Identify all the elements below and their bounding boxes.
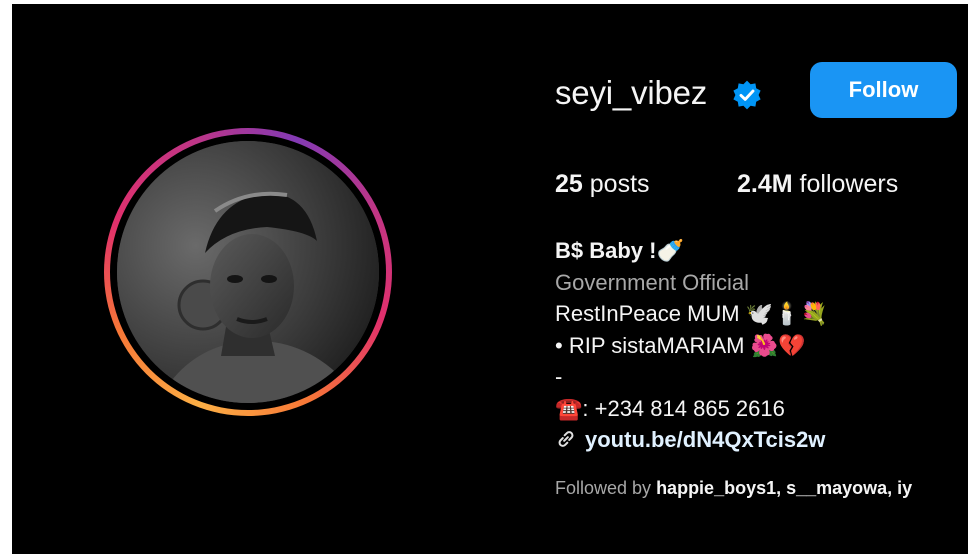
follow-button[interactable]: Follow xyxy=(810,62,957,118)
posts-stat[interactable]: 25 posts xyxy=(555,170,650,199)
followed-by-prefix: Followed by xyxy=(555,478,652,498)
profile-username: seyi_vibez xyxy=(555,74,708,111)
bio-category: Government Official xyxy=(555,269,750,295)
bio-link-row[interactable]: youtu.be/dN4QxTcis2w xyxy=(555,424,828,456)
bio-line-1: RestInPeace MUM 🕊️🕯️💐 xyxy=(555,301,828,326)
story-ring[interactable] xyxy=(104,128,392,416)
followers-label: followers xyxy=(799,170,899,198)
profile-header: seyi_vibez Follow 25 posts 2.4M follower… xyxy=(12,4,968,554)
followed-by[interactable]: Followed by happie_boys1, s__mayowa, iy xyxy=(555,478,912,499)
bio-link[interactable]: youtu.be/dN4QxTcis2w xyxy=(585,427,825,452)
avatar-photo xyxy=(117,141,379,403)
bio-line-3: - xyxy=(555,364,563,389)
verified-badge-icon xyxy=(733,80,761,110)
posts-count: 25 xyxy=(555,170,583,198)
followers-stat[interactable]: 2.4M followers xyxy=(737,170,898,199)
followers-count: 2.4M xyxy=(737,170,793,198)
bio-phone: ☎️: +234 814 865 2616 xyxy=(555,395,785,421)
posts-label: posts xyxy=(589,170,650,198)
profile-bio: B$ Baby !🍼 Government Official RestInPea… xyxy=(555,235,828,456)
link-icon xyxy=(558,431,574,447)
followed-by-names[interactable]: happie_boys1, s__mayowa, iy xyxy=(656,478,912,498)
profile-avatar[interactable] xyxy=(117,141,379,403)
bio-line-2: • RIP sistaMARIAM 🌺💔 xyxy=(555,332,806,358)
bio-name: B$ Baby !🍼 xyxy=(555,238,684,263)
